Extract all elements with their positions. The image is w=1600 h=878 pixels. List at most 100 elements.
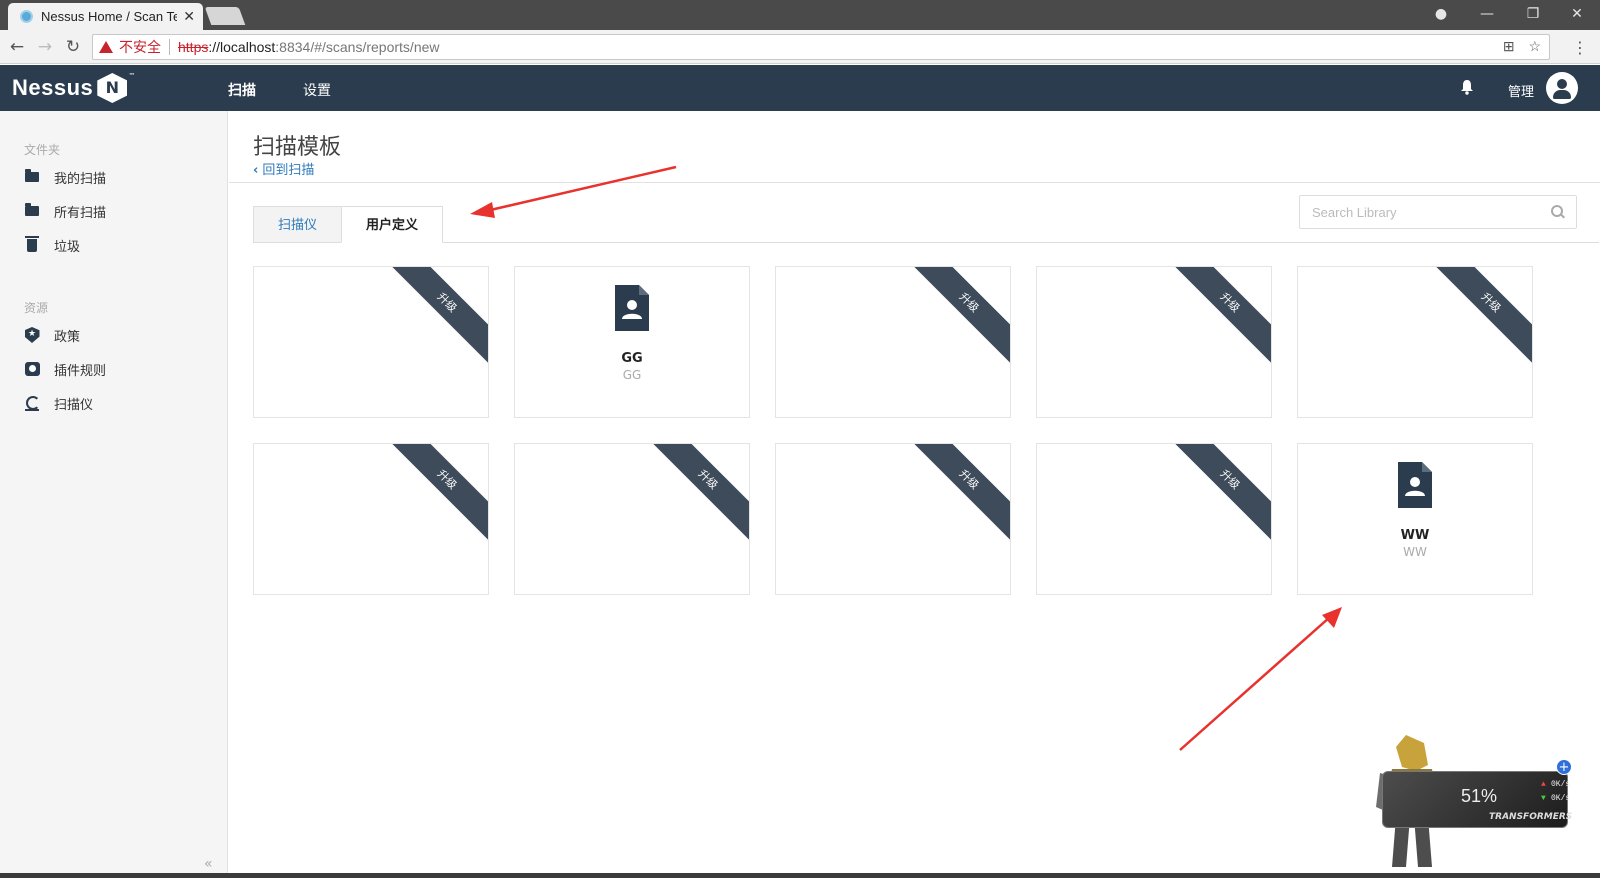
download-arrow-icon: ▼	[1541, 794, 1546, 803]
logo-text: Nessus	[12, 75, 94, 100]
bookmark-star-icon[interactable]: ☆	[1528, 38, 1541, 54]
cpu-percent: 51%	[1461, 786, 1498, 806]
browser-toolbar: ← → ↻ 不安全 https ://localhost :8834/#/sca…	[0, 30, 1600, 64]
template-card[interactable]: 升级	[253, 443, 489, 595]
app-header: Nessus N ™ 扫描 设置 管理	[0, 65, 1600, 111]
profile-icon[interactable]: ●	[1420, 0, 1462, 30]
tab-user-defined[interactable]: 用户定义	[341, 206, 444, 243]
template-card[interactable]: 升级	[514, 443, 750, 595]
upload-speed: 0K/s	[1551, 780, 1571, 789]
scanner-icon	[24, 395, 40, 411]
template-card[interactable]: 升级	[1297, 266, 1533, 418]
sidebar-item-label: 垃圾	[54, 239, 81, 255]
folders-heading: 文件夹	[24, 143, 61, 157]
folder-icon	[24, 169, 40, 185]
omnibox-divider	[169, 39, 170, 55]
user-template-icon	[1398, 462, 1432, 508]
sidebar: 文件夹 我的扫描 所有扫描 垃圾 资源 ★ 政策 插件规则 扫描仪 «	[0, 111, 228, 878]
url-scheme: https	[178, 39, 209, 55]
collapse-sidebar-icon[interactable]: «	[204, 856, 213, 872]
folder-icon	[24, 203, 40, 219]
sidebar-item-plugin-rules[interactable]: 插件规则	[24, 357, 106, 381]
sidebar-item-label: 扫描仪	[54, 397, 94, 413]
template-tabs: 扫描仪 用户定义	[253, 206, 444, 243]
sidebar-item-label: 插件规则	[54, 363, 107, 379]
sidebar-item-label: 我的扫描	[54, 171, 107, 187]
nav-scans[interactable]: 扫描	[228, 80, 256, 100]
warning-icon	[99, 41, 113, 53]
template-card[interactable]: 升级	[775, 266, 1011, 418]
template-card[interactable]: 升级	[1036, 443, 1272, 595]
back-arrow-icon[interactable]: ←	[6, 36, 28, 58]
template-card[interactable]: 升级	[1036, 266, 1272, 418]
address-bar[interactable]: 不安全 https ://localhost :8834/#/scans/rep…	[92, 34, 1550, 60]
sidebar-item-my-scans[interactable]: 我的扫描	[24, 165, 106, 189]
card-subtitle: GG	[622, 368, 642, 382]
url-path: :8834/#/scans/reports/new	[275, 39, 440, 55]
url-host: ://localhost	[208, 39, 276, 55]
logo-badge: N	[97, 73, 128, 103]
forward-arrow-icon[interactable]: →	[34, 36, 56, 58]
network-speed-widget[interactable]: 51% ▲ 0K/s ▼ 0K/s TRANSFORMERS +	[1372, 733, 1572, 873]
new-tab-button[interactable]	[204, 7, 246, 25]
bell-icon[interactable]	[1460, 79, 1474, 95]
card-subtitle: WW	[1403, 545, 1427, 559]
sidebar-item-label: 所有扫描	[54, 205, 107, 221]
browser-tab-title: Nessus Home / Scan Te	[41, 9, 178, 24]
omnibox-actions: ⊞ ☆	[1503, 38, 1541, 55]
os-taskbar	[0, 873, 1600, 878]
sidebar-item-policies[interactable]: ★ 政策	[24, 323, 80, 347]
plugin-icon	[24, 361, 40, 377]
sidebar-item-scanners[interactable]: 扫描仪	[24, 391, 93, 415]
back-to-scans-link[interactable]: ‹ 回到扫描	[253, 159, 314, 178]
search-input[interactable]	[1300, 196, 1530, 228]
template-card[interactable]: 升级	[253, 266, 489, 418]
tabs-underline	[253, 242, 1599, 243]
upgrade-ribbon: 升级	[1167, 267, 1271, 366]
template-card-ww[interactable]: WW WW	[1297, 443, 1533, 595]
window-close-icon[interactable]: ✕	[1556, 0, 1598, 30]
upgrade-ribbon: 升级	[906, 267, 1010, 366]
upgrade-ribbon: 升级	[1167, 444, 1271, 543]
widget-brand: TRANSFORMERS	[1489, 812, 1573, 822]
search-icon[interactable]	[1551, 205, 1564, 218]
search-library	[1299, 195, 1577, 229]
template-card-gg[interactable]: GG GG	[514, 266, 750, 418]
card-title: GG	[621, 351, 643, 366]
upload-arrow-icon: ▲	[1541, 780, 1546, 789]
restore-icon[interactable]: ❐	[1512, 0, 1554, 30]
reload-icon[interactable]: ↻	[62, 36, 84, 58]
upgrade-ribbon: 升级	[384, 267, 488, 366]
upgrade-ribbon: 升级	[1428, 267, 1532, 366]
card-title: WW	[1400, 528, 1430, 543]
resources-heading: 资源	[24, 301, 49, 315]
translate-icon[interactable]: ⊞	[1503, 38, 1515, 54]
user-avatar-icon[interactable]	[1546, 72, 1578, 104]
logo-trademark: ™	[128, 72, 136, 80]
insecure-label[interactable]: 不安全	[119, 37, 161, 57]
tab-scanner[interactable]: 扫描仪	[253, 206, 342, 243]
upgrade-ribbon: 升级	[906, 444, 1010, 543]
speed-panel: 51% ▲ 0K/s ▼ 0K/s TRANSFORMERS	[1382, 771, 1572, 828]
nav-settings[interactable]: 设置	[303, 80, 331, 100]
browser-menu-icon[interactable]: ⋮	[1572, 38, 1588, 57]
shield-icon: ★	[24, 327, 40, 343]
user-template-icon	[615, 285, 649, 331]
browser-tab[interactable]: Nessus Home / Scan Te ✕	[8, 3, 203, 30]
minimize-icon[interactable]: —	[1466, 0, 1508, 30]
close-tab-icon[interactable]: ✕	[183, 9, 195, 25]
template-card[interactable]: 升级	[775, 443, 1011, 595]
widget-plus-button[interactable]: +	[1556, 759, 1572, 775]
header-divider	[229, 182, 1600, 183]
upgrade-ribbon: 升级	[645, 444, 749, 543]
sidebar-item-all-scans[interactable]: 所有扫描	[24, 199, 106, 223]
chevron-left-icon: ‹	[253, 163, 259, 178]
sidebar-item-trash[interactable]: 垃圾	[24, 233, 80, 257]
back-link-label: 回到扫描	[262, 163, 315, 178]
admin-menu[interactable]: 管理	[1508, 81, 1534, 100]
download-speed: 0K/s	[1551, 794, 1571, 803]
nessus-logo[interactable]: Nessus N ™	[12, 72, 136, 103]
browser-tabbar: Nessus Home / Scan Te ✕ ● — ❐ ✕	[0, 0, 1600, 30]
page-title: 扫描模板	[253, 135, 342, 160]
nessus-favicon-icon	[20, 10, 33, 23]
